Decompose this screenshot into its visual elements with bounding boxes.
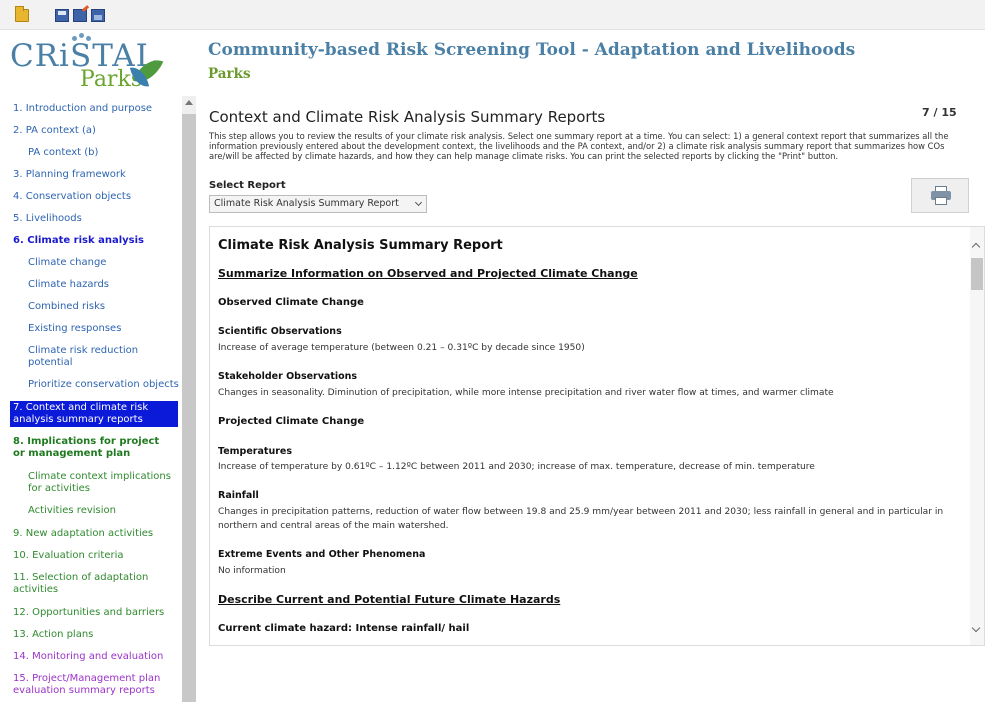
sidebar-item-opportunities-barriers[interactable]: 12. Opportunities and barriers: [13, 607, 164, 619]
scroll-up-icon[interactable]: [185, 100, 193, 105]
scientific-observations-label: Scientific Observations: [218, 326, 342, 337]
nav-list: 1. Introduction and purpose 2. PA contex…: [0, 96, 182, 702]
sidebar-scrollbar[interactable]: [182, 96, 196, 702]
sidebar-item-context-summary-reports[interactable]: 7. Context and climate risk analysis sum…: [10, 401, 178, 427]
sidebar-item-climate-context-implications[interactable]: Climate context implications for activit…: [28, 471, 178, 495]
sidebar-item-livelihoods[interactable]: 5. Livelihoods: [13, 213, 82, 225]
report-section-hazards: Describe Current and Potential Future Cl…: [218, 593, 561, 606]
sidebar-item-activities-revision[interactable]: Activities revision: [28, 505, 116, 517]
report-panel: Climate Risk Analysis Summary Report Sum…: [209, 226, 985, 646]
app-title: Community-based Risk Screening Tool - Ad…: [208, 40, 856, 60]
page-counter: 7 / 15: [922, 106, 957, 119]
sidebar-item-evaluation-criteria[interactable]: 10. Evaluation criteria: [13, 550, 124, 562]
sidebar-item-monitoring-evaluation[interactable]: 14. Monitoring and evaluation: [13, 651, 163, 663]
page-intro-text: This step allows you to review the resul…: [209, 131, 949, 162]
temperatures-text: Increase of temperature by 0.61ºC – 1.12…: [218, 462, 815, 472]
toolbar: [0, 0, 985, 30]
sidebar-item-climate-hazards[interactable]: Climate hazards: [28, 279, 109, 291]
stakeholder-observations-label: Stakeholder Observations: [218, 371, 358, 382]
sidebar-item-climate-change[interactable]: Climate change: [28, 257, 106, 269]
sidebar-item-action-plans[interactable]: 13. Action plans: [13, 629, 93, 641]
select-report-label: Select Report: [209, 180, 286, 191]
sidebar-item-new-adaptation[interactable]: 9. New adaptation activities: [13, 528, 153, 540]
extreme-events-text: No information: [218, 566, 286, 576]
report-title: Climate Risk Analysis Summary Report: [218, 238, 503, 253]
page-title: Context and Climate Risk Analysis Summar…: [209, 108, 606, 126]
chevron-up-icon[interactable]: [971, 242, 981, 252]
sidebar-item-evaluation-summary-reports[interactable]: 15. Project/Management plan evaluation s…: [13, 673, 178, 697]
open-folder-icon[interactable]: [15, 6, 29, 22]
printer-icon: [931, 186, 951, 206]
app-subtitle: Parks: [208, 66, 251, 82]
stakeholder-observations-text: Changes in seasonality. Diminution of pr…: [218, 388, 834, 398]
temperatures-label: Temperatures: [218, 446, 292, 457]
rainfall-text: Changes in precipitation patterns, reduc…: [218, 507, 944, 531]
projected-heading: Projected Climate Change: [218, 416, 365, 427]
current-hazard-heading: Current climate hazard: Intense rainfall…: [218, 623, 470, 634]
save-as-icon[interactable]: [73, 9, 87, 22]
extreme-events-label: Extreme Events and Other Phenomena: [218, 549, 426, 560]
leaf-icon: [132, 54, 162, 92]
sidebar-item-existing-responses[interactable]: Existing responses: [28, 323, 121, 335]
chevron-down-icon[interactable]: [971, 623, 981, 633]
cristal-parks-logo: CRiSTAL Parks: [8, 32, 173, 94]
print-button[interactable]: [911, 178, 969, 213]
report-scrollbar-thumb[interactable]: [971, 258, 983, 290]
sidebar-item-introduction[interactable]: 1. Introduction and purpose: [13, 103, 152, 115]
sidebar-item-prioritize-conservation[interactable]: Prioritize conservation objects: [28, 379, 179, 391]
rainfall-label: Rainfall: [218, 490, 259, 501]
sidebar: 1. Introduction and purpose 2. PA contex…: [0, 96, 196, 702]
sidebar-item-implications[interactable]: 8. Implications for project or managemen…: [13, 436, 173, 460]
export-icon[interactable]: [91, 9, 105, 22]
chevron-down-icon: [414, 198, 423, 207]
sidebar-item-climate-risk-analysis[interactable]: 6. Climate risk analysis: [13, 235, 144, 247]
observed-heading: Observed Climate Change: [218, 297, 364, 308]
report-select[interactable]: Climate Risk Analysis Summary Report: [209, 195, 427, 213]
scientific-observations-text: Increase of average temperature (between…: [218, 343, 585, 353]
sidebar-item-pa-context-b[interactable]: PA context (b): [28, 147, 98, 159]
sidebar-item-selection-adaptation[interactable]: 11. Selection of adaptation activities: [13, 572, 173, 596]
report-scrollbar[interactable]: [970, 227, 984, 645]
sidebar-item-conservation-objects[interactable]: 4. Conservation objects: [13, 191, 131, 203]
sidebar-item-climate-risk-reduction[interactable]: Climate risk reduction potential: [28, 345, 168, 369]
sidebar-item-combined-risks[interactable]: Combined risks: [28, 301, 105, 313]
report-section-climate-change: Summarize Information on Observed and Pr…: [218, 267, 638, 280]
sidebar-item-pa-context-a[interactable]: 2. PA context (a): [13, 125, 96, 137]
sidebar-item-planning-framework[interactable]: 3. Planning framework: [13, 169, 126, 181]
save-icon[interactable]: [55, 9, 69, 22]
report-select-value: Climate Risk Analysis Summary Report: [214, 198, 399, 209]
sidebar-scrollbar-thumb[interactable]: [182, 114, 196, 702]
